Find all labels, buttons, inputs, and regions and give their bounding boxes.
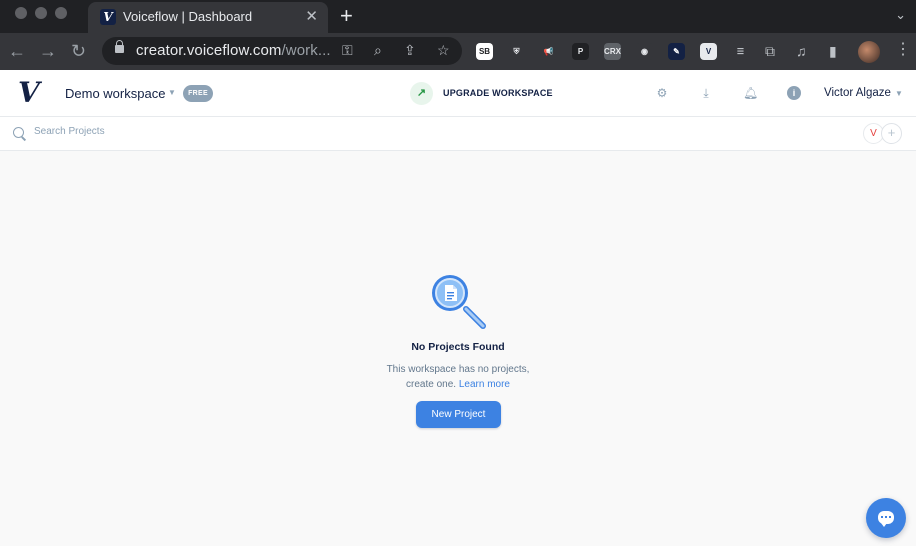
reload-icon[interactable]: ↻	[71, 41, 86, 61]
window-close-button[interactable]	[15, 7, 27, 19]
search-input[interactable]	[34, 126, 334, 137]
voiceflow-favicon-icon: V	[100, 9, 116, 25]
tab-title: Voiceflow | Dashboard	[123, 9, 253, 24]
search-icon	[13, 127, 24, 138]
crx-extension-icon[interactable]: CRX	[604, 43, 621, 60]
lock-icon	[115, 40, 124, 53]
upgrade-workspace-button[interactable]: UPGRADE WORKSPACE	[443, 88, 553, 98]
app-header: V Demo workspace ▼ FREE ↗ UPGRADE WORKSP…	[0, 70, 916, 117]
shield-extension-icon[interactable]: ⛨	[508, 43, 525, 60]
magnifier-document-icon	[432, 275, 486, 329]
key-icon[interactable]: ⚿	[342, 42, 353, 59]
workspace-caret-icon[interactable]: ▼	[168, 88, 176, 97]
voiceflow-logo[interactable]: V	[18, 79, 40, 107]
chat-support-button[interactable]	[866, 498, 906, 538]
profile-avatar[interactable]	[858, 41, 880, 63]
learn-more-link[interactable]: Learn more	[459, 379, 510, 390]
new-tab-button[interactable]: +	[340, 4, 353, 28]
zoom-icon[interactable]: ⌕	[374, 42, 382, 59]
browser-menu-icon[interactable]: ⋮	[895, 41, 911, 59]
media-queue-icon[interactable]: ♫	[796, 42, 807, 60]
tab-search-chevron-icon[interactable]: ⌄	[895, 7, 906, 23]
list-extension-icon[interactable]: ☰	[732, 43, 749, 60]
window-minimize-button[interactable]	[35, 7, 47, 19]
new-project-button[interactable]: New Project	[416, 401, 501, 428]
forward-arrow-icon[interactable]: →	[39, 41, 57, 61]
camera-extension-icon[interactable]: ◉	[636, 43, 653, 60]
info-icon[interactable]: i	[787, 86, 801, 100]
download-icon[interactable]: ⤓	[699, 86, 713, 100]
url-text: creator.voiceflow.com/work...	[136, 42, 331, 59]
bookmark-star-icon[interactable]: ☆	[437, 42, 450, 59]
plan-badge: FREE	[183, 85, 213, 102]
sb-extension-icon[interactable]: SB	[476, 43, 493, 60]
workspace-selector[interactable]: Demo workspace	[65, 86, 165, 101]
pinterest-extension-icon[interactable]: P	[572, 43, 589, 60]
bell-icon[interactable]: 🔔︎	[743, 86, 758, 100]
share-icon[interactable]: ⇪	[404, 42, 416, 59]
tab-close-icon[interactable]: ✕	[305, 8, 318, 25]
empty-state-title: No Projects Found	[411, 341, 505, 353]
user-caret-icon[interactable]: ▼	[895, 89, 903, 98]
browser-tab-active[interactable]: V Voiceflow | Dashboard ✕	[88, 2, 328, 33]
empty-state-description: This workspace has no projects, create o…	[386, 364, 530, 390]
search-bar: V +	[0, 117, 916, 151]
browser-toolbar: ← → ↻ creator.voiceflow.com/work... ⚿ ⌕ …	[0, 33, 916, 70]
back-arrow-icon[interactable]: ←	[8, 41, 26, 61]
user-menu[interactable]: Victor Algaze	[824, 87, 891, 99]
puzzle-extensions-icon[interactable]: ⧉	[765, 42, 775, 60]
voiceflow-extension-icon[interactable]: V	[700, 43, 717, 60]
add-member-button[interactable]: +	[881, 123, 902, 144]
address-bar[interactable]: creator.voiceflow.com/work... ⚿ ⌕ ⇪ ☆	[102, 37, 462, 65]
window-zoom-button[interactable]	[55, 7, 67, 19]
trending-up-icon[interactable]: ↗	[410, 82, 433, 105]
browser-tab-strip: V Voiceflow | Dashboard ✕ + ⌄	[0, 0, 916, 33]
side-panel-icon[interactable]: ▮	[829, 42, 837, 60]
gear-icon[interactable]: ⚙	[655, 86, 669, 100]
pen-extension-icon[interactable]: ✎	[668, 43, 685, 60]
megaphone-extension-icon[interactable]: 📢	[540, 43, 557, 60]
